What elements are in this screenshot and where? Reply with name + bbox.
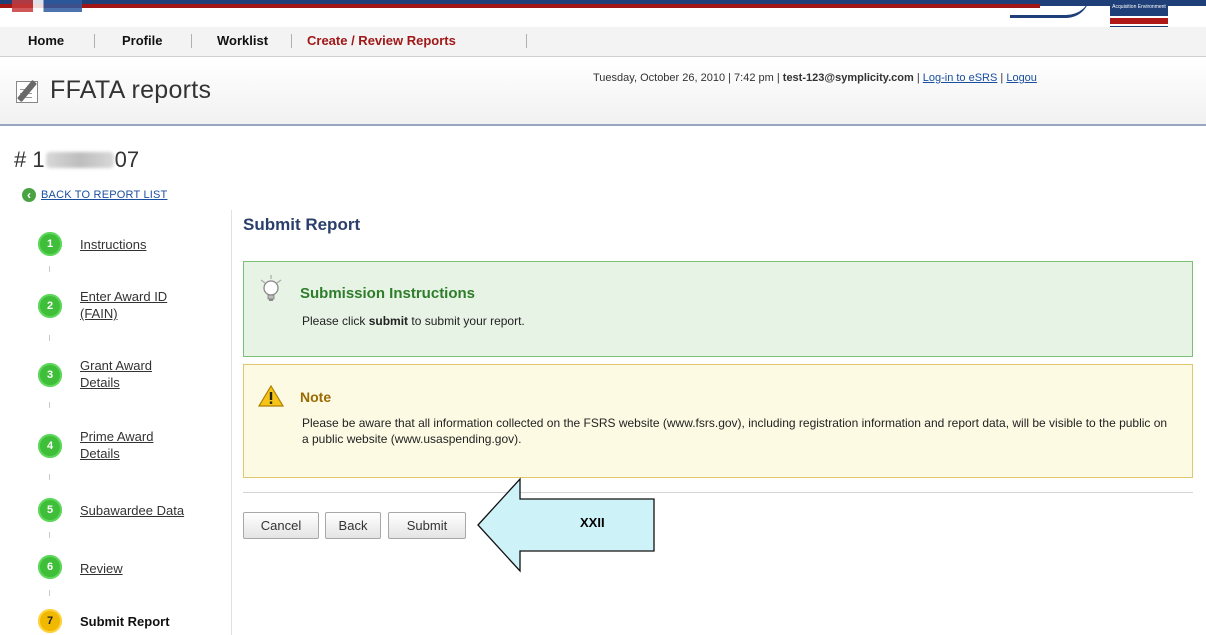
report-id: # 1 07: [14, 147, 140, 172]
document-pencil-icon: [14, 77, 44, 105]
note-text: Please be aware that all information col…: [302, 416, 1168, 446]
sidebar-divider: [231, 210, 232, 635]
step-label: Grant Award Details: [80, 358, 153, 390]
page-title: FFATA reports: [50, 76, 212, 104]
step-number: 2: [38, 294, 62, 318]
step-number: 4: [38, 434, 62, 458]
esrs-login-link[interactable]: Log-in to eSRS: [923, 72, 998, 84]
nav-create-review-reports[interactable]: Create / Review Reports: [307, 33, 456, 48]
nav-profile[interactable]: Profile: [122, 33, 162, 48]
logout-link[interactable]: Logou: [1006, 72, 1037, 84]
step-prime-award-details[interactable]: 4 Prime Award Details: [38, 428, 164, 462]
step-number: 5: [38, 498, 62, 522]
page-header: FFATA reports Tuesday, October 26, 2010 …: [0, 58, 1206, 126]
main-nav: Home Profile Worklist Create / Review Re…: [0, 27, 1206, 57]
note-box: Note Please be aware that all informatio…: [243, 364, 1193, 478]
step-grant-award-details[interactable]: 3 Grant Award Details: [38, 357, 164, 391]
user-email: test-123@symplicity.com: [782, 72, 914, 84]
step-subawardee-data[interactable]: 5 Subawardee Data: [38, 498, 184, 522]
step-label: Prime Award Details: [80, 429, 154, 461]
step-number: 7: [38, 609, 62, 633]
section-title: Submit Report: [243, 215, 361, 234]
redacted-id: [45, 152, 114, 168]
lightbulb-icon: [260, 275, 282, 301]
submission-instructions-box: Submission Instructions Please click sub…: [243, 261, 1193, 357]
cancel-button[interactable]: Cancel: [243, 512, 319, 539]
step-label: Enter Award ID (FAIN): [80, 289, 168, 321]
back-button[interactable]: Back: [325, 512, 381, 539]
step-label: Subawardee Data: [80, 503, 185, 518]
header-user-info: Tuesday, October 26, 2010 | 7:42 pm | te…: [593, 72, 1037, 84]
back-arrow-icon: ‹: [22, 188, 36, 202]
instructions-text: Please click submit to submit your repor…: [302, 314, 525, 328]
step-instructions[interactable]: 1 Instructions: [38, 232, 146, 256]
top-banner: [0, 0, 1206, 26]
back-link-label: BACK TO REPORT LIST: [41, 189, 168, 201]
back-to-report-list-link[interactable]: ‹ BACK TO REPORT LIST: [22, 188, 167, 202]
step-number: 1: [38, 232, 62, 256]
step-label: Submit Report: [80, 614, 170, 629]
step-label: Instructions: [80, 237, 147, 252]
note-title: Note: [300, 389, 332, 405]
submit-button[interactable]: Submit: [388, 512, 466, 539]
step-enter-award-id[interactable]: 2 Enter Award ID (FAIN): [38, 288, 180, 322]
warning-icon: [258, 385, 284, 407]
callout-label: XXII: [580, 515, 605, 530]
step-submit-report[interactable]: 7 Submit Report: [38, 609, 170, 633]
divider: [243, 492, 1193, 493]
datetime: Tuesday, October 26, 2010 | 7:42 pm |: [593, 72, 780, 84]
step-number: 3: [38, 363, 62, 387]
instructions-title: Submission Instructions: [300, 285, 476, 302]
left-arrow-callout: [477, 477, 655, 573]
step-number: 6: [38, 555, 62, 579]
nav-home[interactable]: Home: [28, 33, 64, 48]
step-review[interactable]: 6 Review: [38, 555, 123, 579]
nav-worklist[interactable]: Worklist: [217, 33, 268, 48]
flag-graphic: [12, 0, 82, 12]
step-label: Review: [80, 561, 123, 576]
